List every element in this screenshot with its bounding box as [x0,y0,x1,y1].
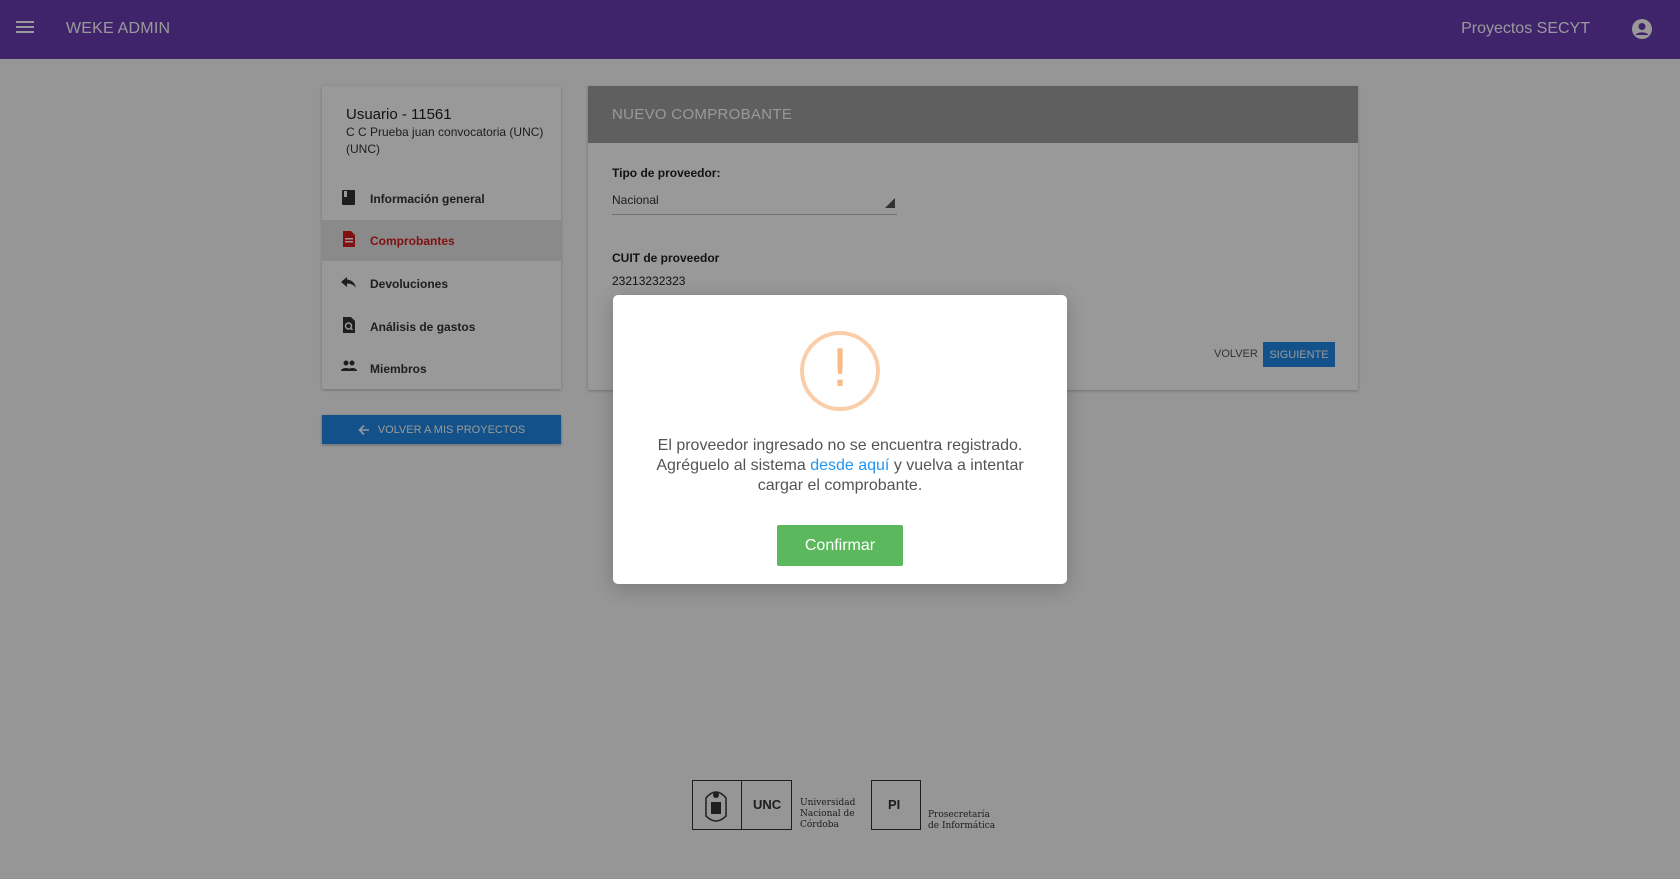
warning-icon: ! [800,331,880,411]
dialog-message: El proveedor ingresado no se encuentra r… [643,436,1037,496]
warning-dialog: ! El proveedor ingresado no se encuentra… [613,295,1067,584]
add-provider-link[interactable]: desde aquí [810,457,889,474]
confirm-button[interactable]: Confirmar [777,525,903,566]
